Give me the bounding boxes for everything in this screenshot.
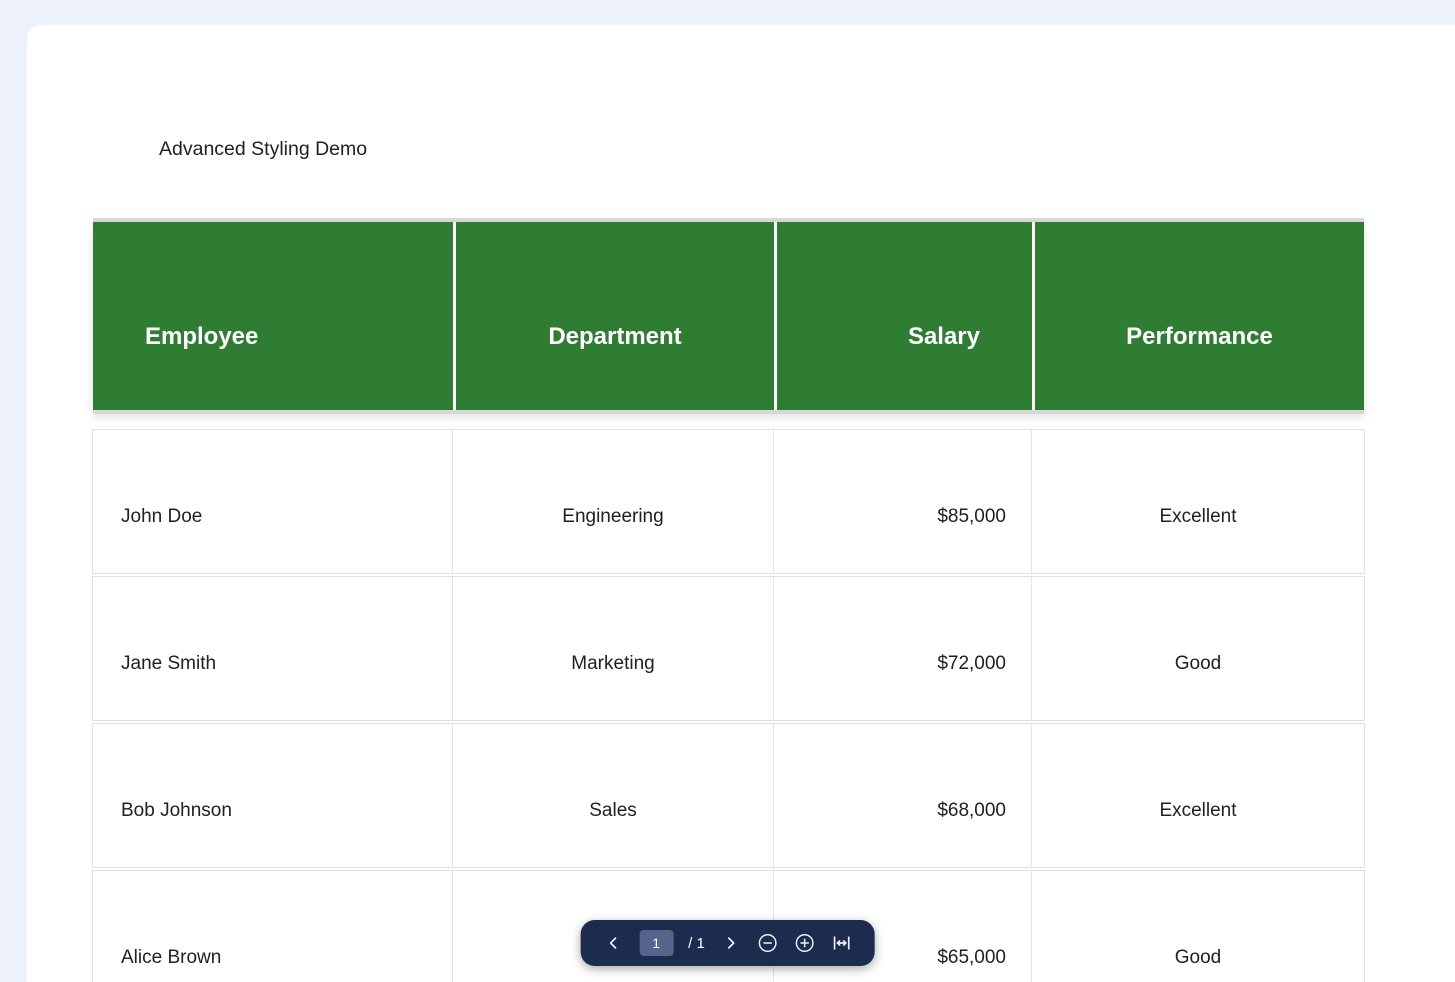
table-cell-performance: Excellent	[1159, 505, 1237, 527]
zoom-in-button[interactable]	[794, 932, 816, 954]
zoom-in-icon	[794, 932, 816, 954]
table-cell-performance: Excellent	[1159, 799, 1237, 821]
pdf-toolbar: 1 / 1	[580, 920, 875, 966]
page-count-label: / 1	[688, 934, 705, 952]
column-header-performance: Performance	[1032, 222, 1364, 410]
table-header-row: Employee Department Salary Performance	[93, 222, 1364, 410]
table-row: Jane Smith Marketing $72,000 Good	[93, 577, 1364, 720]
table-body: John Doe Engineering $85,000 Excellent J…	[93, 430, 1364, 982]
page-number-input[interactable]: 1	[639, 930, 674, 956]
zoom-out-icon	[757, 932, 779, 954]
chevron-right-icon	[722, 934, 740, 952]
employee-table: Employee Department Salary Performance J…	[93, 222, 1364, 982]
column-header-department: Department	[453, 222, 774, 410]
fit-width-button[interactable]	[831, 932, 853, 954]
table-cell-salary: $72,000	[774, 577, 1032, 720]
table-cell-performance: Good	[1174, 946, 1222, 968]
table-cell-employee: Alice Brown	[93, 871, 453, 982]
next-page-button[interactable]	[720, 932, 742, 954]
chevron-left-icon	[604, 934, 622, 952]
table-cell-salary: $68,000	[774, 724, 1032, 867]
document-title: Advanced Styling Demo	[159, 138, 368, 160]
table-cell-employee: Jane Smith	[93, 577, 453, 720]
column-header-salary: Salary	[774, 222, 1032, 410]
document-page: Advanced Styling Demo Employee Departmen…	[27, 25, 1455, 982]
column-header-employee: Employee	[93, 222, 453, 410]
table-row: Bob Johnson Sales $68,000 Excellent	[93, 724, 1364, 867]
viewer-background: Advanced Styling Demo Employee Departmen…	[0, 0, 1455, 982]
table-cell-department: Engineering	[453, 430, 774, 573]
fit-width-icon	[832, 933, 852, 953]
table-row: John Doe Engineering $85,000 Excellent	[93, 430, 1364, 573]
table-cell-department: Marketing	[453, 577, 774, 720]
zoom-out-button[interactable]	[757, 932, 779, 954]
previous-page-button[interactable]	[602, 932, 624, 954]
table-cell-employee: Bob Johnson	[93, 724, 453, 867]
table-cell-performance: Good	[1174, 652, 1222, 674]
table-cell-employee: John Doe	[93, 430, 453, 573]
table-cell-salary: $85,000	[774, 430, 1032, 573]
table-cell-department: Sales	[453, 724, 774, 867]
